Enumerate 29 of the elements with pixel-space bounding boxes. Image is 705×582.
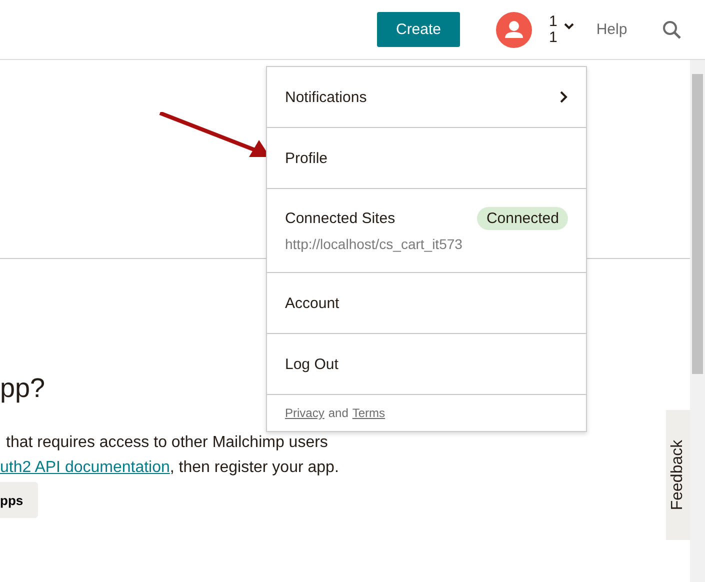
footer-text: and [328, 406, 348, 420]
menu-item[interactable]: Account [267, 273, 586, 334]
apps-button[interactable]: pps [0, 482, 38, 518]
documentation-link[interactable]: uth2 API documentation [0, 459, 170, 476]
terms-link[interactable]: Terms [352, 406, 386, 420]
account-name[interactable]: 1 [549, 30, 558, 46]
menu-item[interactable]: Profile [267, 128, 586, 189]
menu-item-label: Account [285, 294, 340, 312]
menu-item[interactable]: Log Out [267, 334, 586, 395]
chevron-down-icon[interactable] [564, 23, 574, 30]
chevron-right-icon [560, 91, 568, 103]
privacy-link[interactable]: Privacy [285, 406, 324, 420]
menu-item-label: Connected Sites [285, 210, 396, 227]
menu-item[interactable]: Connected Sites Connected http://localhost/cs_cart_it573 [267, 189, 586, 273]
search-icon[interactable] [662, 20, 682, 40]
scrollbar[interactable] [690, 60, 705, 582]
help-link[interactable]: Help [596, 21, 628, 38]
menu-item-label: Log Out [285, 356, 338, 372]
menu-item-label: Notifications [285, 88, 367, 106]
feedback-tab[interactable]: Feedback [666, 410, 690, 540]
scrollbar-thumb[interactable] [692, 74, 703, 374]
create-button[interactable]: Create [377, 12, 460, 47]
status-badge: Connected [477, 207, 568, 230]
site-url: http://localhost/cs_cart_it573 [285, 236, 464, 252]
menu-item-label: Profile [285, 150, 328, 166]
user-avatar-icon[interactable] [496, 12, 532, 48]
account-name[interactable]: 1 [549, 14, 558, 30]
menu-item[interactable]: Notifications [267, 67, 586, 128]
section-heading: pp? [0, 372, 46, 404]
